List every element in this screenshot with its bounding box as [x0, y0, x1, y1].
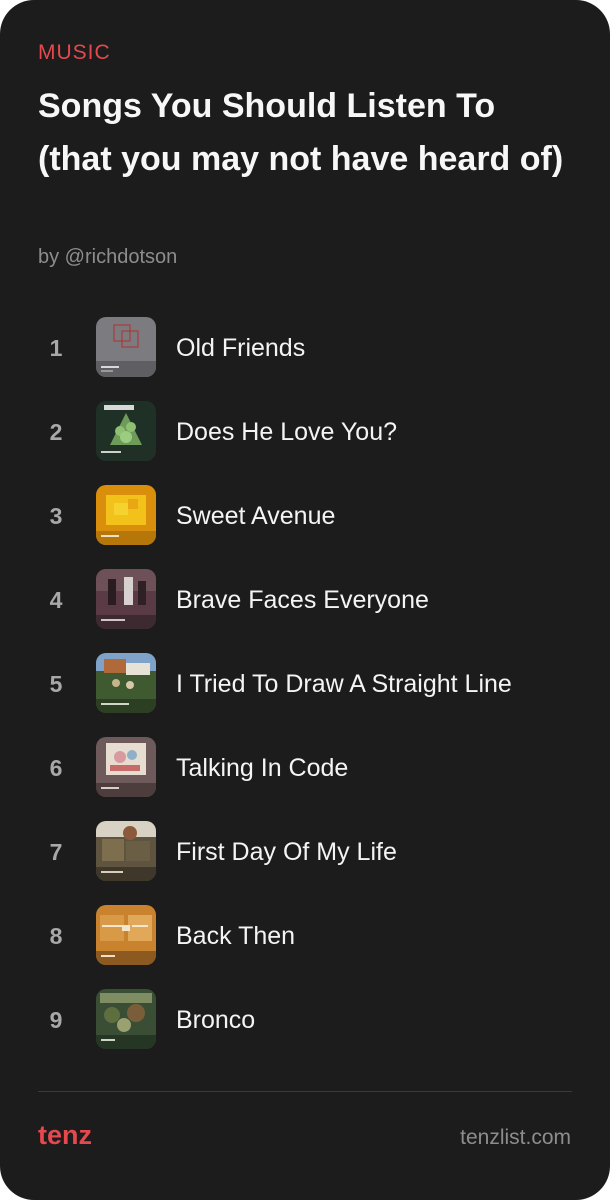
list-item[interactable]: 4 Brave Faces Everyone: [0, 558, 610, 642]
list-item[interactable]: 2 Does He Love You?: [0, 390, 610, 474]
brand-logo[interactable]: tenz: [38, 1120, 92, 1151]
song-title: Old Friends: [176, 334, 306, 362]
album-art-icon: [96, 485, 156, 545]
album-art-icon: [96, 737, 156, 797]
song-title: I Tried To Draw A Straight Line: [176, 670, 512, 698]
rank-number: 9: [49, 1007, 63, 1033]
rank-number: 6: [49, 755, 63, 781]
list-item[interactable]: 3 Sweet Avenue: [0, 474, 610, 558]
list-item[interactable]: 7 First Day Of My Life: [0, 810, 610, 894]
list-title: Songs You Should Listen To (that you may…: [38, 87, 564, 178]
album-art-icon: [96, 569, 156, 629]
list-item[interactable]: 5 I Tried To Draw A Straight Line: [0, 642, 610, 726]
rank-number: 2: [49, 419, 63, 445]
album-art-icon: [96, 317, 156, 377]
rank-number: 7: [49, 839, 63, 865]
song-title: Brave Faces Everyone: [176, 586, 429, 614]
list-item[interactable]: 8 Back Then: [0, 894, 610, 978]
song-title: Does He Love You?: [176, 418, 398, 446]
rank-number: 1: [49, 335, 63, 361]
album-art-icon: [96, 821, 156, 881]
album-art-icon: [96, 989, 156, 1049]
category-label: MUSIC: [38, 41, 111, 64]
rank-number: 8: [49, 923, 63, 949]
list-item[interactable]: 6 Talking In Code: [0, 726, 610, 810]
song-title: First Day Of My Life: [176, 838, 397, 866]
author-byline[interactable]: by @richdotson: [38, 246, 177, 269]
list-item[interactable]: 1 Old Friends: [0, 306, 610, 390]
album-art-icon: [96, 401, 156, 461]
rank-number: 3: [49, 503, 63, 529]
rank-number: 5: [49, 671, 63, 697]
album-art-icon: [96, 905, 156, 965]
album-art-icon: [96, 653, 156, 713]
list-card: MUSIC Songs You Should Listen To (that y…: [0, 0, 610, 1200]
footer-divider: [38, 1091, 572, 1092]
song-title: Bronco: [176, 1006, 256, 1034]
song-title: Talking In Code: [176, 754, 349, 782]
song-title: Sweet Avenue: [176, 502, 336, 530]
list-item[interactable]: 9 Bronco: [0, 978, 610, 1062]
song-title: Back Then: [176, 922, 296, 950]
rank-number: 4: [49, 587, 63, 613]
site-link[interactable]: tenzlist.com: [460, 1126, 571, 1150]
